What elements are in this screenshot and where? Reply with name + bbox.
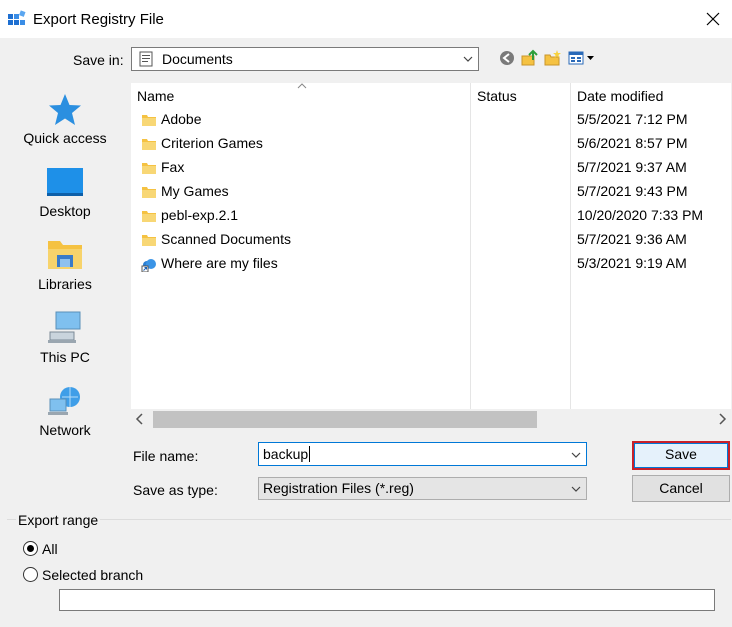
folder-icon — [142, 187, 156, 198]
file-name-value: backup — [263, 446, 309, 462]
file-date: 5/3/2021 9:19 AM — [577, 255, 687, 271]
list-item[interactable]: My Games 5/7/2021 9:43 PM — [131, 180, 731, 204]
text-caret — [309, 446, 311, 462]
list-item[interactable]: Scanned Documents 5/7/2021 9:36 AM — [131, 228, 731, 252]
back-button[interactable] — [498, 49, 516, 67]
place-quick-access[interactable]: Quick access — [7, 93, 123, 146]
folder-icon — [142, 163, 156, 174]
file-date: 5/7/2021 9:37 AM — [577, 159, 687, 175]
file-name: Adobe — [161, 111, 202, 127]
up-folder-icon — [521, 49, 538, 66]
list-item[interactable]: Adobe 5/5/2021 7:12 PM — [131, 108, 731, 132]
place-network[interactable]: Network — [7, 383, 123, 438]
chevron-down-icon — [463, 56, 473, 62]
new-folder-icon — [544, 50, 561, 66]
file-name: Criterion Games — [161, 135, 263, 151]
column-header-status[interactable]: Status — [477, 88, 517, 104]
sort-ascending-icon — [297, 83, 307, 89]
save-as-type-dropdown[interactable]: Registration Files (*.reg) — [258, 477, 587, 500]
file-name: Where are my files — [161, 255, 278, 271]
back-arrow-icon — [500, 51, 514, 65]
file-date: 5/7/2021 9:36 AM — [577, 231, 687, 247]
folder-icon — [142, 211, 156, 222]
radio-selected-branch-label[interactable]: Selected branch — [42, 567, 143, 583]
save-in-value: Documents — [162, 51, 233, 67]
list-item[interactable]: pebl-exp.2.1 10/20/2020 7:33 PM — [131, 204, 731, 228]
network-icon — [48, 387, 80, 415]
save-as-type-label: Save as type: — [133, 482, 218, 498]
close-icon — [706, 12, 720, 26]
list-item[interactable]: Criterion Games 5/6/2021 8:57 PM — [131, 132, 731, 156]
column-header-name[interactable]: Name — [137, 88, 174, 104]
folder-icon — [142, 139, 156, 150]
export-range-title: Export range — [16, 512, 101, 528]
up-folder-button[interactable] — [521, 49, 539, 67]
list-item[interactable]: Where are my files 5/3/2021 9:19 AM — [131, 252, 731, 276]
selected-branch-field[interactable] — [59, 589, 715, 611]
radio-all-label[interactable]: All — [42, 541, 58, 557]
chevron-down-icon[interactable] — [570, 449, 582, 461]
places-bar: Quick access Desktop Libraries This PC N… — [7, 83, 123, 498]
file-name: My Games — [161, 183, 229, 199]
list-item[interactable]: Fax 5/7/2021 9:37 AM — [131, 156, 731, 180]
file-date: 5/6/2021 8:57 PM — [577, 135, 688, 151]
cancel-button[interactable]: Cancel — [632, 475, 730, 502]
folder-icon — [142, 115, 156, 126]
place-label: Network — [39, 422, 91, 438]
column-header-date[interactable]: Date modified — [577, 88, 663, 104]
scroll-right-icon[interactable] — [717, 412, 727, 426]
save-in-label: Save in: — [73, 52, 124, 68]
title-bar: Export Registry File — [0, 0, 732, 38]
place-label: Desktop — [39, 203, 91, 219]
folder-icon — [142, 235, 156, 246]
new-folder-button[interactable] — [544, 49, 562, 67]
radio-selected-branch[interactable] — [23, 567, 38, 582]
documents-folder-icon — [139, 51, 153, 67]
save-in-dropdown[interactable]: Documents — [131, 47, 479, 71]
file-list[interactable]: Name Status Date modified Adobe 5/5/2021… — [131, 83, 731, 409]
place-label: Quick access — [23, 130, 107, 146]
scrollbar-thumb[interactable] — [153, 411, 537, 428]
save-button[interactable]: Save — [632, 441, 730, 470]
radio-all[interactable] — [23, 541, 38, 556]
place-this-pc[interactable]: This PC — [7, 310, 123, 365]
window-title: Export Registry File — [33, 11, 164, 28]
file-name: Scanned Documents — [161, 231, 291, 247]
view-menu-icon — [568, 51, 594, 65]
computer-icon — [48, 311, 81, 343]
chevron-down-icon — [571, 486, 581, 492]
star-icon — [49, 94, 81, 125]
file-date: 5/5/2021 7:12 PM — [577, 111, 688, 127]
file-date: 5/7/2021 9:43 PM — [577, 183, 688, 199]
file-name: Fax — [161, 159, 185, 175]
place-libraries[interactable]: Libraries — [7, 237, 123, 292]
place-label: Libraries — [38, 276, 92, 292]
scroll-left-icon[interactable] — [135, 412, 145, 426]
horizontal-scrollbar[interactable] — [131, 409, 731, 430]
libraries-icon — [48, 241, 82, 269]
file-name: pebl-exp.2.1 — [161, 207, 239, 223]
place-desktop[interactable]: Desktop — [7, 166, 123, 219]
file-name-field[interactable]: backup — [258, 442, 587, 466]
place-label: This PC — [40, 349, 90, 365]
desktop-icon — [47, 168, 83, 196]
file-date: 10/20/2020 7:33 PM — [577, 207, 704, 223]
shortcut-cloud-icon — [141, 259, 156, 272]
file-name-label: File name: — [133, 448, 199, 464]
view-menu-button[interactable] — [567, 49, 597, 67]
registry-editor-icon — [8, 10, 26, 25]
save-as-type-value: Registration Files (*.reg) — [263, 480, 414, 496]
close-button[interactable] — [694, 0, 732, 38]
